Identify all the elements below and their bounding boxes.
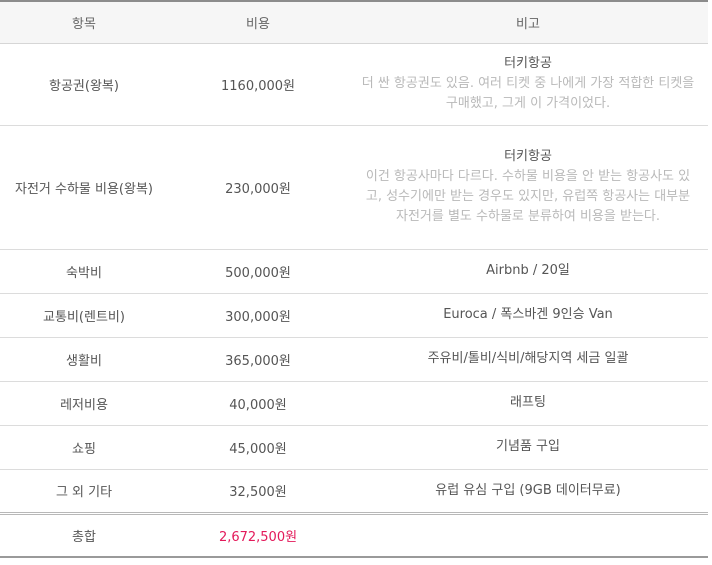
row-cost: 1160,000원	[168, 43, 348, 126]
total-cost: 2,672,500원	[168, 513, 348, 558]
row-note: 유럽 유심 구입 (9GB 데이터무료)	[348, 469, 708, 514]
total-note	[348, 513, 708, 558]
row-note: Euroca / 폭스바겐 9인승 Van	[348, 293, 708, 338]
note-title: 터키항공	[504, 56, 552, 71]
row-note: Airbnb / 20일	[348, 249, 708, 294]
row-cost: 230,000원	[168, 125, 348, 250]
table-row: 자전거 수하물 비용(왕복) 230,000원 터키항공 이건 항공사마다 다르…	[0, 125, 708, 250]
table-row: 쇼핑 45,000원 기념품 구입	[0, 425, 708, 470]
travel-cost-table: 항목 비용 비고 항공권(왕복) 1160,000원 터키항공 더 싼 항공권도…	[0, 0, 708, 558]
header-note: 비고	[348, 1, 708, 44]
row-item: 생활비	[0, 337, 168, 382]
row-note: 터키항공 더 싼 항공권도 있음. 여러 티켓 중 나에게 가장 적합한 티켓을…	[348, 43, 708, 126]
row-cost: 45,000원	[168, 425, 348, 470]
total-row: 총합 2,672,500원	[0, 513, 708, 558]
table-row: 교통비(렌트비) 300,000원 Euroca / 폭스바겐 9인승 Van	[0, 293, 708, 338]
header-cost: 비용	[168, 1, 348, 44]
row-item: 쇼핑	[0, 425, 168, 470]
table-row: 숙박비 500,000원 Airbnb / 20일	[0, 249, 708, 294]
row-item: 숙박비	[0, 249, 168, 294]
row-item: 항공권(왕복)	[0, 43, 168, 126]
row-note: 터키항공 이건 항공사마다 다르다. 수하물 비용을 안 받는 항공사도 있고,…	[348, 125, 708, 250]
note-detail: 이건 항공사마다 다르다. 수하물 비용을 안 받는 항공사도 있고, 성수기에…	[365, 169, 691, 224]
table-row: 생활비 365,000원 주유비/톨비/식비/해당지역 세금 일괄	[0, 337, 708, 382]
row-note: 주유비/톨비/식비/해당지역 세금 일괄	[348, 337, 708, 382]
table-header-row: 항목 비용 비고	[0, 1, 708, 44]
row-cost: 365,000원	[168, 337, 348, 382]
header-item: 항목	[0, 1, 168, 44]
table-row: 그 외 기타 32,500원 유럽 유심 구입 (9GB 데이터무료)	[0, 469, 708, 514]
row-item: 레저비용	[0, 381, 168, 426]
row-item: 자전거 수하물 비용(왕복)	[0, 125, 168, 250]
row-note: 래프팅	[348, 381, 708, 426]
total-label: 총합	[0, 513, 168, 558]
note-title: 터키항공	[504, 149, 552, 164]
table-row: 레저비용 40,000원 래프팅	[0, 381, 708, 426]
row-cost: 32,500원	[168, 469, 348, 514]
row-item: 교통비(렌트비)	[0, 293, 168, 338]
row-cost: 40,000원	[168, 381, 348, 426]
row-item: 그 외 기타	[0, 469, 168, 514]
table-row: 항공권(왕복) 1160,000원 터키항공 더 싼 항공권도 있음. 여러 티…	[0, 43, 708, 126]
row-cost: 500,000원	[168, 249, 348, 294]
row-cost: 300,000원	[168, 293, 348, 338]
row-note: 기념품 구입	[348, 425, 708, 470]
note-detail: 더 싼 항공권도 있음. 여러 티켓 중 나에게 가장 적합한 티켓을 구매했고…	[361, 76, 695, 111]
